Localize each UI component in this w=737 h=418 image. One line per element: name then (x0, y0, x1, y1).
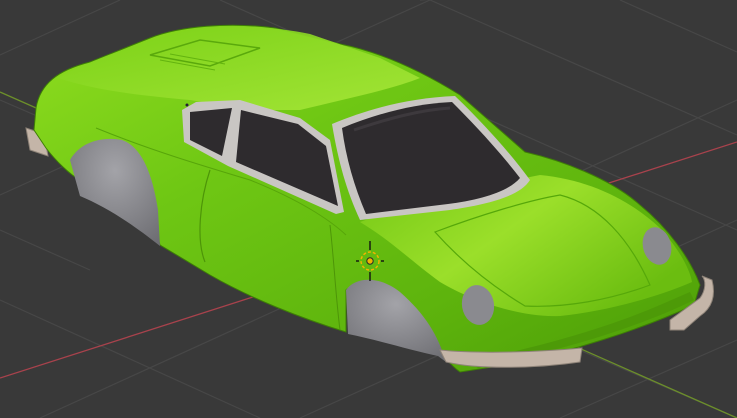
viewport-canvas[interactable] (0, 0, 737, 418)
door-handle-detail (185, 103, 189, 107)
car-body-model[interactable] (25, 24, 714, 373)
3d-viewport[interactable] (0, 0, 737, 418)
